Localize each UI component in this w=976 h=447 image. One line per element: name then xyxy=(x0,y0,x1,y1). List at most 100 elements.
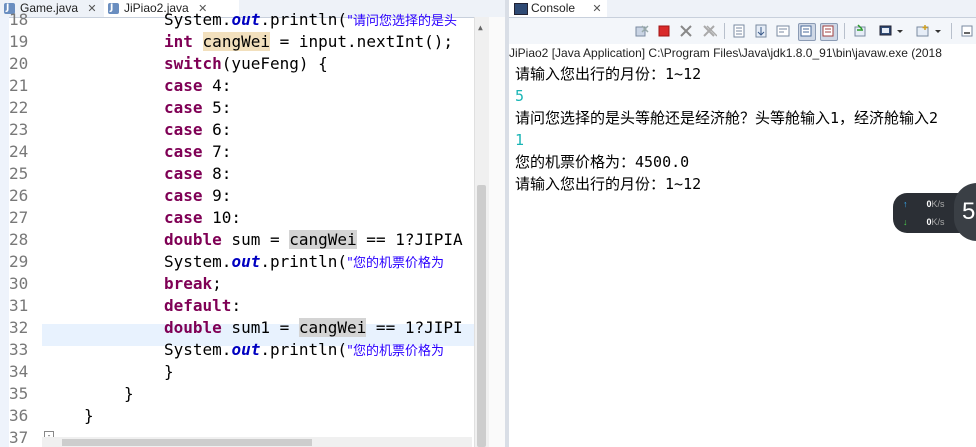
code-line-36: } xyxy=(84,405,505,427)
chevron-down-icon[interactable] xyxy=(895,23,905,39)
line-number: 27 xyxy=(9,208,29,227)
show-on-output-icon[interactable] xyxy=(798,23,816,41)
console-output-line: 请输入您出行的月份：1~12 xyxy=(515,175,702,193)
java-file-icon xyxy=(108,0,119,17)
line-number: 34 xyxy=(9,362,29,381)
tab-console[interactable]: Console ✕ xyxy=(509,0,607,17)
open-console-icon[interactable] xyxy=(915,23,931,39)
line-number: 28 xyxy=(9,230,29,249)
toolbar-separator xyxy=(844,23,845,39)
code-token: sum1 = xyxy=(221,318,299,337)
console-input-line: 5 xyxy=(515,87,525,105)
download-unit: K/s xyxy=(931,217,945,227)
scroll-lock-icon[interactable] xyxy=(753,23,769,39)
pin-console-icon[interactable] xyxy=(852,23,868,39)
console-tab-bar: Console ✕ xyxy=(509,0,976,18)
code-token: .println( xyxy=(260,252,348,271)
code-token: System. xyxy=(164,252,232,271)
line-number: 26 xyxy=(9,186,29,205)
code-token: 8: xyxy=(202,164,232,183)
close-icon[interactable]: ✕ xyxy=(592,3,601,15)
code-token: 10: xyxy=(202,208,242,227)
code-token: } xyxy=(124,384,134,403)
scrollbar-thumb[interactable] xyxy=(62,439,312,446)
tab-label: Console xyxy=(531,1,576,15)
code-token: } xyxy=(84,406,94,425)
code-token: 6: xyxy=(202,120,232,139)
code-token-keyword: switch xyxy=(164,54,222,73)
remove-launch-icon[interactable] xyxy=(634,23,650,39)
code-line-20: switch(yueFeng) { xyxy=(164,53,505,75)
line-number: 20 xyxy=(9,54,29,73)
download-speed: ↓ 0K/s xyxy=(903,215,945,229)
clear-all-icon[interactable] xyxy=(701,23,717,39)
code-token: == 1?JIPIA xyxy=(356,230,463,249)
code-token: 4: xyxy=(202,76,232,95)
code-token: == 1?JIPI xyxy=(366,318,463,337)
code-token-keyword: case xyxy=(164,142,203,161)
line-number: 23 xyxy=(9,120,29,139)
line-number: 25 xyxy=(9,164,29,183)
scrollbar-thumb[interactable] xyxy=(477,185,486,447)
overview-ruler[interactable] xyxy=(489,17,505,447)
line-number: 24 xyxy=(9,142,29,161)
code-token: .println( xyxy=(260,340,348,359)
annotation-ruler[interactable] xyxy=(0,17,9,447)
code-token: System. xyxy=(164,10,232,29)
show-on-error-icon[interactable] xyxy=(820,23,838,41)
code-token: (yueFeng) { xyxy=(221,54,328,73)
line-number: 29 xyxy=(9,252,29,271)
code-editor-pane[interactable]: Game.java ✕ JiPiao2.java ✕ 18 19 20 21 2… xyxy=(0,0,505,447)
upload-speed: ↑ 0K/s xyxy=(903,197,945,211)
code-line-25: case 8: xyxy=(164,163,505,185)
toolbar-separator xyxy=(724,23,725,39)
code-token: .println( xyxy=(260,10,348,29)
clear-console-icon[interactable] xyxy=(731,23,747,39)
vertical-scrollbar[interactable]: ▲ xyxy=(474,17,489,447)
line-number: 19 xyxy=(9,32,29,51)
code-token-keyword: double xyxy=(164,230,222,249)
word-wrap-icon[interactable] xyxy=(775,23,791,39)
code-token-keyword: case xyxy=(164,76,203,95)
horizontal-scrollbar[interactable] xyxy=(42,437,472,447)
console-output-line: 您的机票价格为：4500.0 xyxy=(515,153,690,171)
console-toolbar xyxy=(509,18,976,44)
code-token-keyword: int xyxy=(164,32,193,51)
code-token-keyword: default xyxy=(164,296,232,315)
line-number-gutter: 18 19 20 21 22 23 24 25 26 27 28 29 30 3… xyxy=(9,10,35,447)
code-token: ; xyxy=(212,274,222,293)
code-line-18: System.out.println("请问您选择的是头 xyxy=(164,9,505,31)
line-number: 32 xyxy=(9,318,29,337)
remove-all-icon[interactable] xyxy=(678,23,694,39)
code-line-31: default: xyxy=(164,295,505,317)
code-token: sum = xyxy=(221,230,290,249)
chevron-down-icon[interactable] xyxy=(933,23,943,39)
code-token-field: out xyxy=(231,252,261,271)
code-token: 7: xyxy=(202,142,232,161)
code-token-field: out xyxy=(231,340,261,359)
code-text-area[interactable]: System.out.println("请问您选择的是头 int cangWei… xyxy=(42,10,482,447)
launch-info: JiPiao2 [Java Application] C:\Program Fi… xyxy=(509,46,942,60)
line-number: 18 xyxy=(9,10,29,29)
console-output-line: 请问您选择的是头等舱还是经济舱？头等舱输入1，经济舱输入2 xyxy=(515,109,939,127)
code-line-35: } xyxy=(124,383,505,405)
close-icon[interactable]: ✕ xyxy=(87,3,96,15)
code-line-19: int cangWei = input.nextInt(); xyxy=(164,31,505,53)
code-line-27: case 10: xyxy=(164,207,505,229)
code-token-string: "请问您选择的是头 xyxy=(347,14,458,29)
code-token-keyword: double xyxy=(164,318,222,337)
code-token-keyword: case xyxy=(164,98,203,117)
minimize-icon[interactable] xyxy=(959,23,975,39)
line-number: 22 xyxy=(9,98,29,117)
code-line-32: double sum1 = cangWei == 1?JIPI xyxy=(164,317,505,339)
code-token: = input.nextInt(); xyxy=(269,32,454,51)
line-number: 36 xyxy=(9,406,29,425)
code-token-string: "您的机票价格为 xyxy=(347,256,445,271)
code-token: 9: xyxy=(202,186,232,205)
code-line-21: case 4: xyxy=(164,75,505,97)
display-console-icon[interactable] xyxy=(878,23,894,39)
scroll-up-icon[interactable]: ▲ xyxy=(478,23,483,32)
code-line-33: System.out.println("您的机票价格为 xyxy=(164,339,505,361)
terminate-icon[interactable] xyxy=(656,23,672,39)
